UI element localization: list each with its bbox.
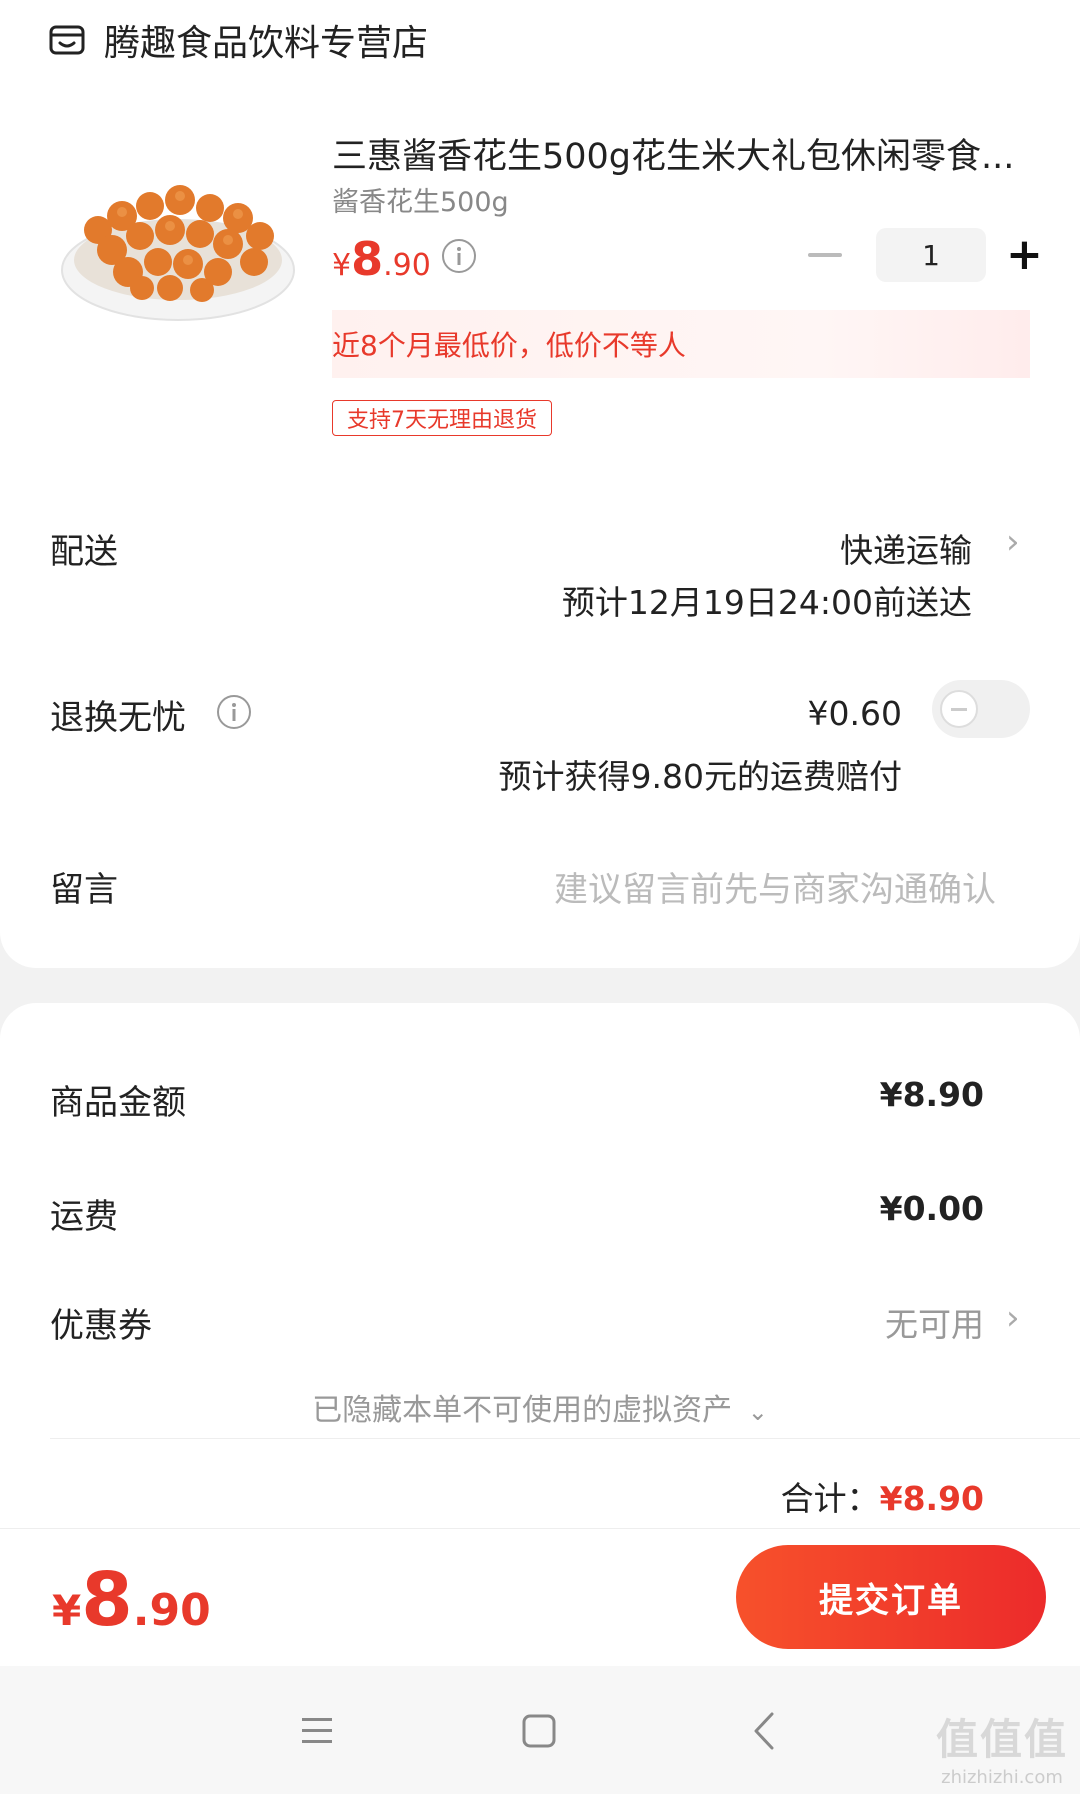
low-price-note: 近8个月最低价，低价不等人 <box>332 329 686 362</box>
back-icon[interactable] <box>742 1706 792 1756</box>
coupon-label: 优惠券 <box>50 1306 152 1346</box>
increase-button[interactable]: + <box>1006 233 1043 277</box>
store-name: 腾趣食品饮料专营店 <box>104 23 429 64</box>
return-insurance-note: 预计获得9.80元的运费赔付 <box>498 757 902 796</box>
coupon-value[interactable]: 无可用 <box>885 1298 984 1346</box>
checkout-price-integer: 8 <box>81 1557 133 1643</box>
message-input[interactable]: 建议留言前先与商家沟通确认 <box>554 862 996 911</box>
home-icon[interactable] <box>514 1706 564 1756</box>
store-header[interactable]: 腾趣食品饮料专营店 <box>48 10 428 70</box>
toggle-knob <box>940 690 978 728</box>
store-icon <box>49 25 85 55</box>
product-title[interactable]: 三惠酱香花生500g花生米大礼包休闲零食... <box>332 128 1032 179</box>
watermark-domain: zhizhizhi.com <box>941 1767 1063 1788</box>
return-policy-tag: 支持7天无理由退货 <box>332 400 552 436</box>
total-label: 合计： <box>780 1479 880 1518</box>
delivery-chevron-icon[interactable]: › <box>1006 522 1020 562</box>
checkout-bar: ¥ 8 .90 提交订单 <box>0 1528 1080 1666</box>
order-card: 腾趣食品饮料专营店 三惠酱香花生500g花生米大礼包休闲零食... 酱香花生50… <box>0 0 1080 968</box>
price-integer: 8 <box>351 232 384 286</box>
price-info-icon[interactable] <box>441 238 477 274</box>
goods-amount-label: 商品金额 <box>50 1083 186 1123</box>
shipping-value: ¥0.00 <box>879 1189 984 1228</box>
return-insurance-info-icon[interactable] <box>216 694 252 730</box>
return-insurance-toggle[interactable] <box>932 680 1030 738</box>
low-price-banner: 近8个月最低价，低价不等人 <box>332 310 1030 378</box>
watermark-title: 值值值 <box>935 1715 1068 1764</box>
goods-amount-value: ¥8.90 <box>879 1075 984 1114</box>
hidden-assets-toggle[interactable]: 已隐藏本单不可使用的虚拟资产 ⌄ <box>0 1385 1080 1429</box>
checkout-price-symbol: ¥ <box>52 1586 82 1635</box>
shipping-label: 运费 <box>50 1197 118 1237</box>
message-label: 留言 <box>50 870 118 910</box>
delivery-method[interactable]: 快递运输 <box>840 524 972 572</box>
decrease-button[interactable] <box>808 253 842 257</box>
hidden-assets-text: 已隐藏本单不可使用的虚拟资产 <box>312 1393 733 1428</box>
return-insurance-label: 退换无忧 <box>50 698 186 738</box>
submit-order-button[interactable]: 提交订单 <box>736 1545 1046 1649</box>
checkout-price-decimal: .90 <box>132 1585 211 1636</box>
coupon-chevron-icon[interactable]: › <box>1006 1298 1020 1338</box>
price-symbol: ¥ <box>332 248 352 283</box>
price-decimal: .90 <box>383 248 431 283</box>
delivery-label: 配送 <box>50 532 118 572</box>
checkout-price: ¥ 8 .90 <box>52 1557 211 1643</box>
total-amount: ¥8.90 <box>879 1479 984 1518</box>
return-insurance-price: ¥0.60 <box>807 694 902 733</box>
chevron-down-icon: ⌄ <box>747 1398 768 1426</box>
quantity-stepper: 1 + <box>808 228 1043 282</box>
system-nav-bar <box>0 1666 1080 1794</box>
divider <box>50 1438 1080 1439</box>
product-image[interactable] <box>58 160 298 340</box>
product-price: ¥ 8 .90 <box>332 232 431 286</box>
quantity-input[interactable]: 1 <box>876 228 986 282</box>
delivery-eta: 预计12月19日24:00前送达 <box>561 583 972 622</box>
product-spec[interactable]: 酱香花生500g <box>332 180 509 219</box>
total-row: 合计：¥8.90 <box>781 1472 984 1520</box>
watermark-logo: 值值值 zhizhizhi.com <box>932 1706 1072 1788</box>
menu-icon[interactable] <box>292 1706 342 1756</box>
